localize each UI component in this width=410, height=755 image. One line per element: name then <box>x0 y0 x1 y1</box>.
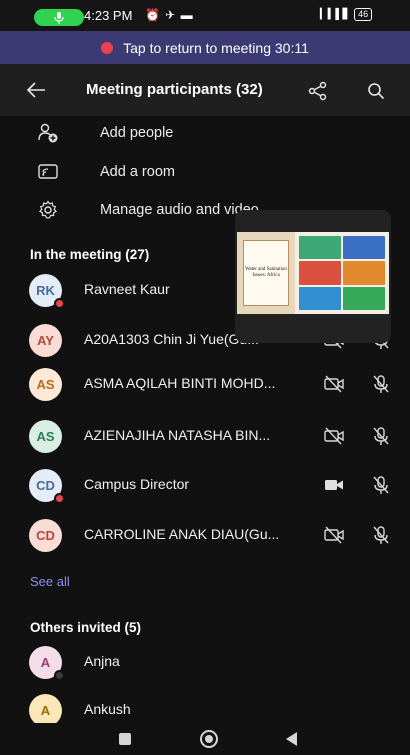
app-header: Meeting participants (32) <box>0 64 410 116</box>
home-circle-icon <box>205 735 213 743</box>
camera-on-icon <box>322 474 346 496</box>
search-button[interactable] <box>362 77 390 105</box>
camera-off-icon <box>322 425 346 447</box>
add-people-row[interactable]: Add people <box>0 113 410 153</box>
avatar-initials: AY <box>37 333 54 348</box>
invited-row[interactable]: A Anjna <box>0 640 410 684</box>
avatar-initials: CD <box>36 528 55 543</box>
avatar-initials: AS <box>36 377 55 392</box>
avatar: AS <box>29 420 62 453</box>
share-button[interactable] <box>304 77 332 105</box>
participant-row[interactable]: AS ASMA AQILAH BINTI MOHD... <box>0 362 410 406</box>
mic-off-icon <box>370 524 392 546</box>
shared-screen-preview[interactable]: Water and Sanitation Issues: Africa <box>235 210 391 343</box>
participant-name: Anjna <box>84 653 120 669</box>
slide-tile <box>343 236 385 260</box>
page-title: Meeting participants (32) <box>86 81 263 98</box>
in-meeting-section-title: In the meeting (27) <box>30 247 150 262</box>
avatar-initials: AS <box>36 429 55 444</box>
avatar: A <box>29 646 65 681</box>
participant-name: ASMA AQILAH BINTI MOHD... <box>84 375 276 391</box>
slide-tile <box>299 261 341 285</box>
avatar-initials: CD <box>36 478 55 493</box>
status-badge <box>54 493 65 504</box>
slide-title-panel: Water and Sanitation Issues: Africa <box>237 232 295 314</box>
shared-slide: Water and Sanitation Issues: Africa <box>237 232 389 314</box>
mic-off-icon <box>370 425 392 447</box>
recording-dot-icon <box>101 41 114 54</box>
status-bar: 4:23 PM ⏰ ✈ ▬ ▎▍▌▋ 46 <box>0 0 410 31</box>
avatar: CD <box>29 519 62 552</box>
signal-icon: ▎▍▌▋ <box>320 9 351 20</box>
participant-name: AZIENAJIHA NATASHA BIN... <box>84 427 271 443</box>
back-button[interactable] <box>22 76 50 104</box>
add-room-row[interactable]: Add a room <box>0 152 410 192</box>
return-to-meeting-text: Tap to return to meeting 30:11 <box>123 39 309 56</box>
slide-tile <box>299 286 341 310</box>
others-invited-section-title: Others invited (5) <box>30 620 142 635</box>
recent-apps-button[interactable] <box>119 733 131 745</box>
share-icon <box>308 81 327 101</box>
slide-tile <box>343 261 385 285</box>
away-status-icon <box>54 670 65 681</box>
status-time: 4:23 PM <box>84 8 133 23</box>
status-system-icons: ▎▍▌▋ 46 <box>320 8 373 21</box>
cast-room-icon <box>36 160 60 184</box>
participant-name: Ankush <box>84 701 131 717</box>
participant-row[interactable]: CD CARROLINE ANAK DIAU(Gu... <box>0 513 410 557</box>
participant-name: CARROLINE ANAK DIAU(Gu... <box>84 526 280 542</box>
slide-tile <box>299 236 341 260</box>
system-navigation-bar <box>0 723 410 755</box>
see-all-link[interactable]: See all <box>30 574 70 589</box>
back-nav-button[interactable] <box>286 732 297 746</box>
mic-off-icon <box>370 474 392 496</box>
status-notification-icons: ⏰ ✈ ▬ <box>145 8 194 22</box>
avatar: AS <box>29 368 62 401</box>
arrow-left-icon <box>26 82 45 98</box>
mic-off-icon <box>370 373 392 395</box>
gear-icon <box>36 198 60 222</box>
status-badge <box>54 298 65 309</box>
avatar: CD <box>29 469 65 504</box>
home-button[interactable] <box>200 730 218 748</box>
camera-off-icon <box>322 524 346 546</box>
avatar: AY <box>29 324 62 357</box>
slide-content-tiles <box>295 232 389 314</box>
participant-row[interactable]: AS AZIENAJIHA NATASHA BIN... <box>0 414 410 458</box>
participant-row[interactable]: CD Campus Director <box>0 463 410 507</box>
slide-tile <box>343 286 385 310</box>
add-people-label: Add people <box>100 125 174 141</box>
add-person-icon <box>36 121 60 145</box>
return-to-meeting-banner[interactable]: Tap to return to meeting 30:11 <box>0 31 410 64</box>
ongoing-call-pill[interactable] <box>34 9 84 26</box>
avatar-initials: RK <box>36 283 55 298</box>
battery-icon: 46 <box>354 8 373 21</box>
participant-name: Campus Director <box>84 476 190 492</box>
microphone-icon <box>54 11 64 24</box>
avatar-initials: A <box>40 655 51 670</box>
avatar: RK <box>29 274 65 309</box>
add-room-label: Add a room <box>100 164 175 180</box>
search-icon <box>368 83 385 100</box>
camera-off-icon <box>322 373 346 395</box>
slide-title-text: Water and Sanitation Issues: Africa <box>243 240 289 306</box>
avatar-initials: A <box>40 703 51 718</box>
